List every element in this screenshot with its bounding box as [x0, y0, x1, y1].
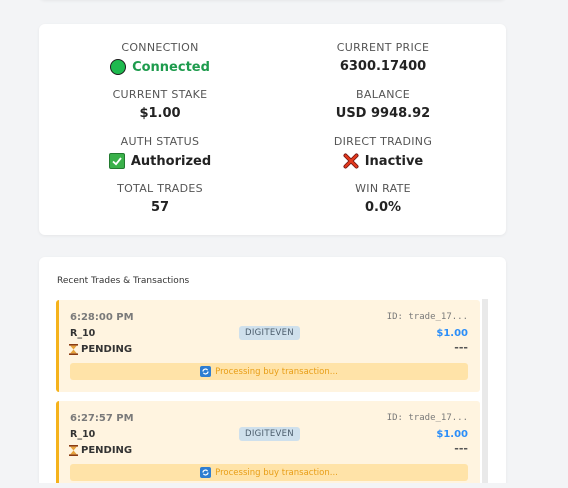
- current-price-label: CURRENT PRICE: [336, 41, 430, 54]
- trade-amount: $1.00: [436, 429, 468, 440]
- trades-section-title: Recent Trades & Transactions: [57, 276, 190, 286]
- sync-icon: [200, 366, 212, 377]
- trade-profit: ---: [454, 341, 468, 354]
- trade-symbol: R_10: [70, 429, 96, 440]
- green-circle-icon: [110, 59, 127, 75]
- trade-status: PENDING: [69, 344, 132, 355]
- win-rate-stat: WIN RATE 0.0%: [263, 182, 503, 215]
- trade-profit: ---: [454, 442, 468, 455]
- connection-stat: CONNECTION Connected: [40, 41, 280, 75]
- connection-value: Connected: [132, 59, 210, 75]
- trade-id: ID: trade_17...: [386, 312, 468, 322]
- contract-type-badge: DIGITEVEN: [239, 326, 300, 340]
- total-trades-label: TOTAL TRADES: [117, 182, 203, 195]
- trade-symbol: R_10: [70, 328, 96, 339]
- auth-status-value: Authorized: [130, 153, 212, 169]
- cross-mark-icon: [343, 153, 359, 169]
- processing-text: Processing buy transaction...: [215, 467, 338, 478]
- hourglass-icon: [69, 344, 78, 355]
- direct-trading-label: DIRECT TRADING: [333, 135, 433, 148]
- contract-type-badge: DIGITEVEN: [239, 427, 300, 441]
- bottom-edge: [0, 483, 568, 488]
- trade-status-label: PENDING: [81, 344, 133, 355]
- win-rate-value: 0.0%: [364, 200, 402, 215]
- scrollbar[interactable]: [482, 299, 488, 488]
- current-price-value: 6300.17400: [339, 59, 427, 74]
- sync-icon: [200, 467, 212, 478]
- check-mark-icon: [108, 153, 125, 169]
- current-stake-stat: CURRENT STAKE $1.00: [40, 88, 280, 121]
- trade-time: 6:28:00 PM: [70, 312, 134, 323]
- direct-trading-stat: DIRECT TRADING Inactive: [263, 135, 503, 169]
- trade-amount: $1.00: [436, 328, 468, 339]
- current-price-stat: CURRENT PRICE 6300.17400: [263, 41, 503, 74]
- hourglass-icon: [69, 445, 78, 456]
- trade-time: 6:27:57 PM: [70, 413, 134, 424]
- balance-stat: BALANCE USD 9948.92: [263, 88, 503, 121]
- balance-label: BALANCE: [356, 88, 410, 101]
- auth-status-stat: AUTH STATUS Authorized: [40, 135, 280, 169]
- trade-id: ID: trade_17...: [386, 413, 468, 423]
- balance-value: USD 9948.92: [335, 106, 431, 121]
- trades-panel: Recent Trades & Transactions 6:28:00 PM …: [39, 257, 506, 488]
- stats-panel: CONNECTION Connected CURRENT PRICE 6300.…: [39, 24, 506, 235]
- total-trades-value: 57: [150, 200, 170, 215]
- connection-label: CONNECTION: [121, 41, 199, 54]
- direct-trading-value: Inactive: [364, 153, 424, 169]
- win-rate-label: WIN RATE: [355, 182, 411, 195]
- current-stake-label: CURRENT STAKE: [112, 88, 208, 101]
- processing-bar: Processing buy transaction...: [70, 363, 468, 380]
- trade-item[interactable]: 6:27:57 PM ID: trade_17... R_10 DIGITEVE…: [56, 401, 480, 488]
- auth-status-label: AUTH STATUS: [120, 135, 200, 148]
- processing-text: Processing buy transaction...: [215, 366, 338, 377]
- trade-item[interactable]: 6:28:00 PM ID: trade_17... R_10 DIGITEVE…: [56, 300, 480, 392]
- processing-bar: Processing buy transaction...: [70, 464, 468, 481]
- current-stake-value: $1.00: [139, 106, 181, 121]
- total-trades-stat: TOTAL TRADES 57: [40, 182, 280, 215]
- trade-status: PENDING: [69, 445, 132, 456]
- trade-status-label: PENDING: [81, 445, 133, 456]
